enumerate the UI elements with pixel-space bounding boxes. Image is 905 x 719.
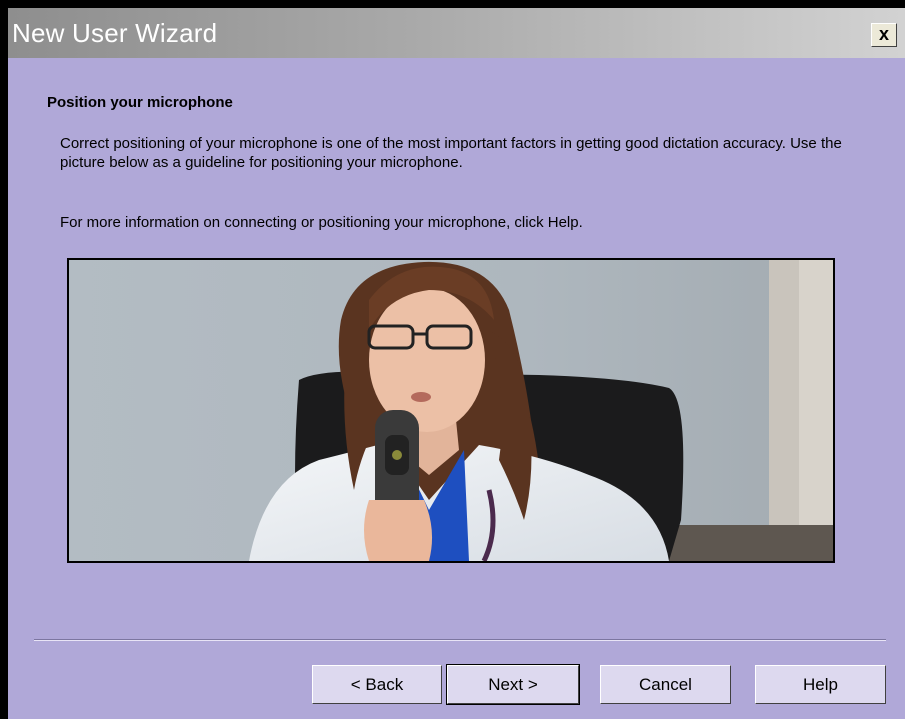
cancel-button[interactable]: Cancel [600,665,731,704]
button-divider [34,639,886,641]
photo-illustration [69,260,833,561]
title-bar[interactable]: New User Wizard x [8,8,905,58]
help-button[interactable]: Help [755,665,886,704]
back-button[interactable]: < Back [312,665,442,704]
page-heading: Position your microphone [47,94,233,111]
close-icon: x [878,24,889,44]
help-hint-paragraph: For more information on connecting or po… [60,214,583,231]
instruction-paragraph: Correct positioning of your microphone i… [60,135,842,171]
wizard-window: New User Wizard x Position your micropho… [0,8,905,719]
window-title: New User Wizard [12,18,218,48]
microphone-position-photo [67,258,835,563]
close-button[interactable]: x [871,23,897,47]
next-button[interactable]: Next > [446,664,580,705]
